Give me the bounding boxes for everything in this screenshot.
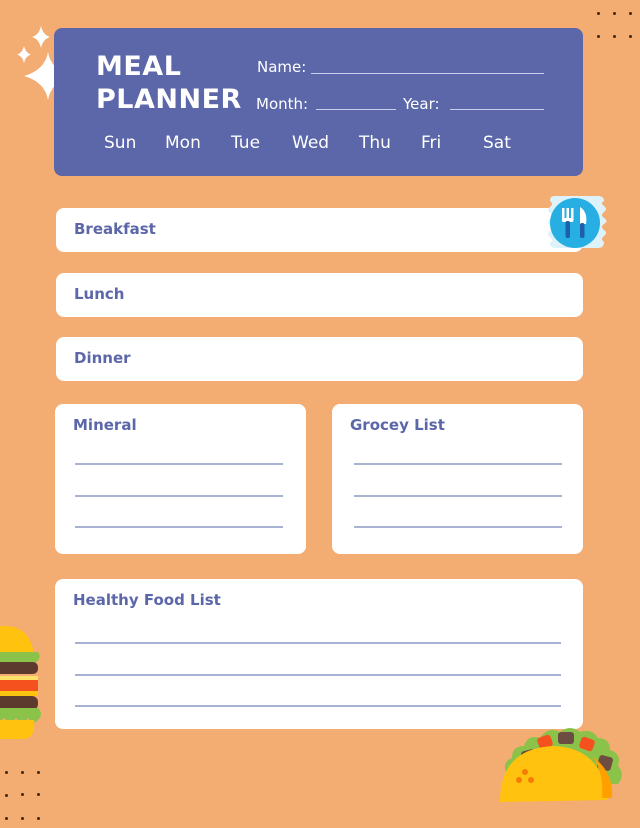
grocery-line-1[interactable]: [354, 463, 562, 465]
title-line-1: MEAL: [96, 51, 182, 82]
name-field[interactable]: [311, 73, 544, 74]
healthy-line-2[interactable]: [75, 674, 561, 676]
card-title: Mineral: [73, 416, 137, 434]
healthy-line-3[interactable]: [75, 705, 561, 707]
month-label: Month:: [256, 95, 309, 113]
grocery-line-3[interactable]: [354, 526, 562, 528]
meal-label: Lunch: [74, 285, 125, 303]
meal-label: Breakfast: [74, 220, 156, 238]
mineral-line-2[interactable]: [75, 495, 283, 497]
day-sat[interactable]: Sat: [483, 133, 511, 153]
page-title: MEAL PLANNER: [96, 50, 242, 116]
day-mon[interactable]: Mon: [165, 133, 201, 153]
healthy-line-1[interactable]: [75, 642, 561, 644]
taco-illustration: [500, 728, 622, 802]
mineral-line-3[interactable]: [75, 526, 283, 528]
meal-label: Dinner: [74, 349, 131, 367]
year-field[interactable]: [450, 109, 544, 110]
card-title: Healthy Food List: [73, 591, 221, 609]
title-line-2: PLANNER: [96, 84, 242, 115]
burger-illustration: [0, 626, 41, 739]
month-field[interactable]: [316, 109, 396, 110]
meal-row-lunch[interactable]: Lunch: [56, 273, 583, 317]
grocery-line-2[interactable]: [354, 495, 562, 497]
day-thu[interactable]: Thu: [359, 133, 391, 153]
mineral-card: Mineral: [55, 404, 306, 554]
meal-row-dinner[interactable]: Dinner: [56, 337, 583, 381]
weekday-row: Sun Mon Tue Wed Thu Fri Sat: [54, 133, 583, 157]
meal-row-breakfast[interactable]: Breakfast: [56, 208, 583, 252]
day-tue[interactable]: Tue: [231, 133, 260, 153]
fork-knife-icon: [548, 196, 607, 248]
healthy-food-card: Healthy Food List: [55, 579, 583, 729]
card-title: Grocey List: [350, 416, 445, 434]
planner-header: MEAL PLANNER Name: Month: Year: Sun Mon …: [54, 28, 583, 176]
year-label: Year:: [403, 95, 440, 113]
name-label: Name:: [257, 58, 307, 76]
day-sun[interactable]: Sun: [104, 133, 136, 153]
mineral-line-1[interactable]: [75, 463, 283, 465]
day-wed[interactable]: Wed: [292, 133, 329, 153]
grocery-card: Grocey List: [332, 404, 583, 554]
day-fri[interactable]: Fri: [421, 133, 441, 153]
